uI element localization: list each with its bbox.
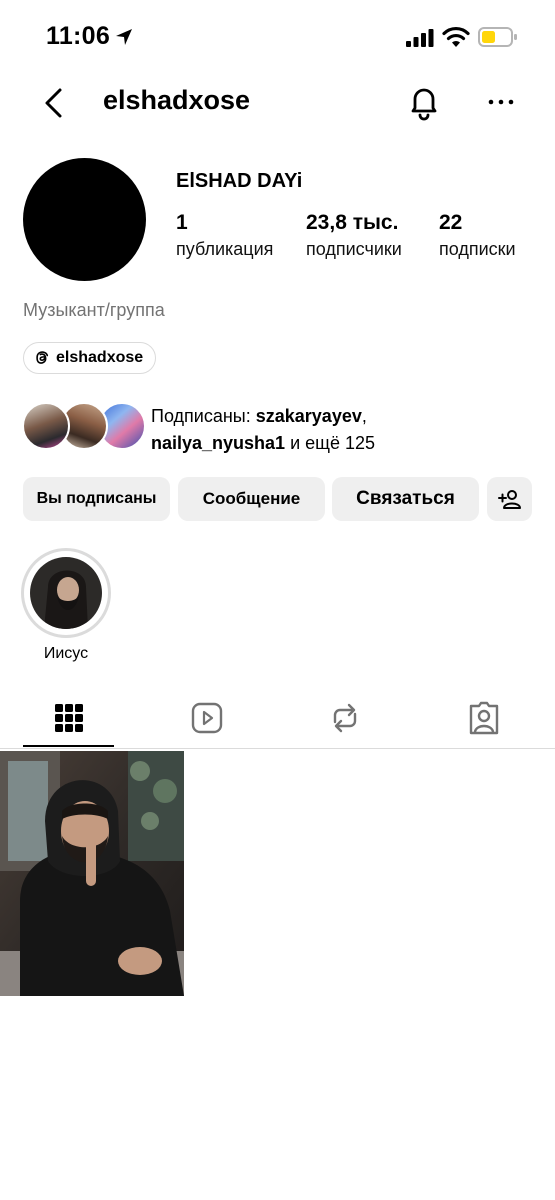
suggest-users-button[interactable] [487, 477, 532, 521]
cellular-signal-icon [406, 29, 434, 47]
post-image [0, 751, 184, 996]
profile-avatar[interactable] [23, 158, 146, 281]
threads-handle: elshadxose [56, 349, 144, 366]
reposts-tab-icon[interactable] [328, 700, 362, 736]
threads-icon [36, 351, 49, 364]
posts-count[interactable]: 1 [176, 211, 188, 235]
highlight-portrait [30, 557, 102, 629]
battery-icon [478, 27, 517, 47]
followers-count[interactable]: 23,8 тыс. [306, 211, 398, 235]
notification-bell-icon[interactable] [406, 84, 442, 122]
following-count[interactable]: 22 [439, 211, 462, 235]
profile-category: Музыкант/группа [23, 300, 165, 320]
add-person-icon [497, 490, 521, 509]
mutual-suffix: и ещё 125 [285, 433, 375, 453]
post-thumbnail[interactable] [0, 751, 184, 996]
location-arrow-icon [116, 29, 132, 45]
reels-tab-icon[interactable] [190, 700, 224, 736]
highlight-label[interactable]: Иисус [20, 645, 112, 663]
mutual-separator: , [361, 406, 367, 426]
display-name: ElSHAD DAYi [176, 170, 303, 192]
active-tab-indicator [23, 745, 114, 747]
status-time: 11:06 [46, 22, 111, 50]
more-options-icon[interactable] [484, 90, 518, 114]
following-button[interactable]: Вы подписаны [23, 477, 170, 521]
mutual-user-1[interactable]: szakaryayev [256, 406, 362, 426]
highlight-cover[interactable] [30, 557, 102, 629]
followers-label[interactable]: подписчики [306, 239, 402, 260]
mutual-avatar-1 [22, 402, 70, 450]
threads-link[interactable]: elshadxose [23, 342, 157, 374]
contact-button[interactable]: Связаться [332, 477, 479, 521]
grid-tab-icon[interactable] [52, 700, 86, 736]
tagged-tab-icon[interactable] [467, 700, 501, 736]
back-chevron-icon[interactable] [38, 86, 70, 120]
profile-username: elshadxose [103, 85, 251, 115]
mutual-followers-avatars[interactable] [22, 402, 146, 450]
message-button[interactable]: Сообщение [178, 477, 325, 521]
mutual-prefix: Подписаны: [151, 406, 256, 426]
mutual-user-2[interactable]: nailya_nyusha1 [151, 433, 285, 453]
tab-divider [0, 748, 555, 749]
wifi-icon [442, 26, 470, 47]
mutual-followers-text[interactable]: Подписаны: szakaryayev, nailya_nyusha1 и … [151, 403, 531, 457]
posts-label[interactable]: публикация [176, 239, 273, 260]
following-label[interactable]: подписки [439, 239, 516, 260]
